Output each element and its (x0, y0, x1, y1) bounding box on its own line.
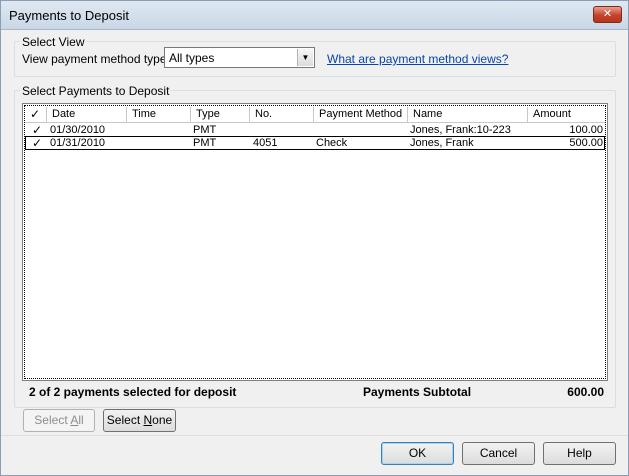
payments-table: ✓ Date Time Type No. Payment Method Name… (22, 103, 608, 381)
row-date: 01/31/2010 (50, 137, 106, 149)
column-header-time[interactable]: Time (127, 107, 191, 122)
payments-subtotal-label: Payments Subtotal (363, 385, 472, 399)
table-row[interactable]: ✓ 01/31/2010 PMT 4051 Check Jones, Frank… (25, 136, 605, 150)
column-header-payment-method[interactable]: Payment Method (314, 107, 408, 122)
title-bar: Payments to Deposit ✕ (1, 1, 628, 30)
button-bar-divider (1, 435, 628, 436)
table-header: ✓ Date Time Type No. Payment Method Name… (25, 106, 605, 123)
column-header-name[interactable]: Name (408, 107, 528, 122)
column-header-type[interactable]: Type (191, 107, 250, 122)
payments-to-deposit-dialog: Payments to Deposit ✕ Select View View p… (0, 0, 629, 476)
column-header-check[interactable]: ✓ (25, 107, 47, 122)
row-checkmark-icon[interactable]: ✓ (32, 137, 42, 150)
help-button[interactable]: Help (543, 442, 616, 465)
row-amount: 500.00 (569, 137, 603, 149)
select-view-label: Select View (20, 35, 87, 49)
column-header-date[interactable]: Date (47, 107, 127, 122)
close-icon[interactable]: ✕ (593, 6, 622, 23)
payment-method-type-label: View payment method type (22, 52, 167, 66)
payment-method-type-dropdown[interactable]: All types ▼ (164, 47, 315, 68)
payment-method-views-link[interactable]: What are payment method views? (327, 52, 508, 66)
select-all-button[interactable]: Select All (23, 409, 95, 432)
column-header-amount[interactable]: Amount (528, 107, 607, 122)
window-title: Payments to Deposit (9, 8, 129, 23)
payment-method-type-value: All types (169, 51, 215, 65)
column-header-no[interactable]: No. (250, 107, 314, 122)
select-none-button[interactable]: Select None (103, 409, 176, 432)
row-name: Jones, Frank (410, 137, 474, 149)
select-payments-label: Select Payments to Deposit (20, 84, 172, 98)
chevron-down-icon[interactable]: ▼ (297, 49, 313, 66)
cancel-button[interactable]: Cancel (462, 442, 535, 465)
ok-button[interactable]: OK (381, 442, 454, 465)
row-type: PMT (193, 137, 217, 149)
selected-count-text: 2 of 2 payments selected for deposit (29, 385, 237, 399)
row-no: 4051 (253, 137, 278, 149)
payments-subtotal-value: 600.00 (567, 385, 604, 399)
row-payment-method: Check (316, 137, 348, 149)
